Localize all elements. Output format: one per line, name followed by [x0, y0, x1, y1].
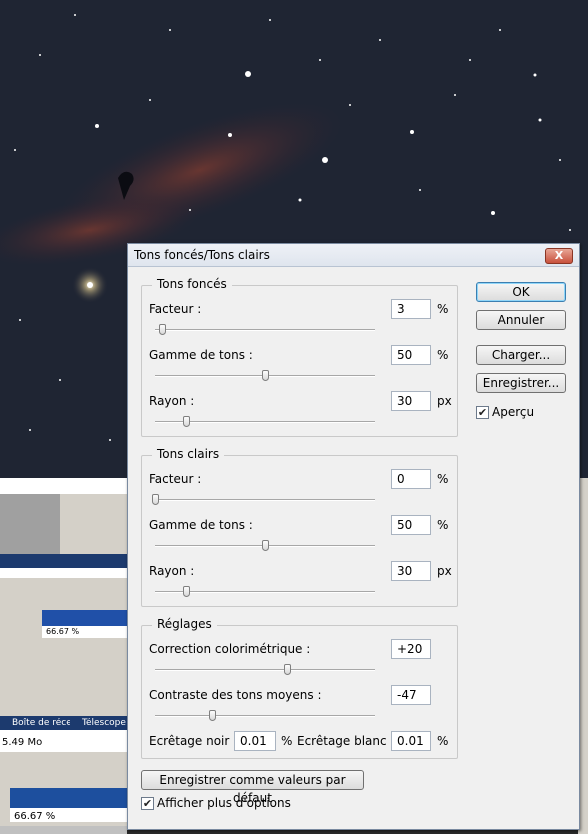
ok-button[interactable]: OK	[476, 282, 566, 302]
highlights-radius-label: Rayon :	[149, 564, 195, 578]
white-clip-field[interactable]: 0.01	[391, 731, 431, 751]
close-button[interactable]: X	[545, 248, 573, 264]
color-correction-label: Correction colorimétrique :	[149, 642, 311, 656]
highlights-tonal-slider[interactable]	[262, 540, 269, 551]
status-size: 5.49 Mo	[2, 737, 43, 748]
highlights-amount-label: Facteur :	[149, 472, 202, 486]
midtone-contrast-slider[interactable]	[209, 710, 217, 721]
shadows-amount-slider[interactable]	[158, 324, 166, 335]
zoom-readout: 66.67 %	[14, 811, 56, 822]
dialog-title: Tons foncés/Tons clairs	[134, 248, 270, 262]
title-bar[interactable]: Tons foncés/Tons clairs X	[128, 244, 579, 267]
percent-unit: %	[437, 472, 449, 486]
shadows-radius-slider[interactable]	[182, 416, 190, 427]
zoom-readout: 66.67 %	[46, 627, 80, 636]
color-correction-field[interactable]: +20	[391, 639, 431, 659]
shadows-legend: Tons foncés	[152, 277, 232, 291]
percent-unit: %	[437, 734, 449, 748]
taskbar-tab: Télescope	[82, 718, 126, 728]
shadows-amount-field[interactable]: 3	[391, 299, 431, 319]
highlights-tonal-field[interactable]: 50	[391, 515, 431, 535]
midtone-contrast-track	[155, 715, 375, 717]
save-button[interactable]: Enregistrer...	[476, 373, 566, 393]
percent-unit: %	[437, 348, 449, 362]
black-clip-label: Ecrêtage noir :	[149, 734, 238, 748]
midtone-contrast-field[interactable]: -47	[391, 685, 431, 705]
more-options-label: Afficher plus d'options	[157, 796, 291, 810]
preview-checkbox[interactable]: ✔	[476, 406, 489, 419]
cancel-button[interactable]: Annuler	[476, 310, 566, 330]
save-defaults-button[interactable]: Enregistrer comme valeurs par défaut	[141, 770, 364, 805]
shadows-tonal-field[interactable]: 50	[391, 345, 431, 365]
shadows-highlights-dialog: Tons foncés/Tons clairs X Tons foncés Fa…	[127, 243, 580, 830]
highlights-tonal-label: Gamme de tons :	[149, 518, 253, 532]
px-unit: px	[437, 564, 452, 578]
highlights-radius-field[interactable]: 30	[391, 561, 431, 581]
shadows-amount-track	[155, 329, 375, 331]
shadows-amount-label: Facteur :	[149, 302, 202, 316]
highlights-radius-slider[interactable]	[182, 586, 190, 597]
highlights-legend: Tons clairs	[152, 447, 225, 461]
highlights-amount-track	[155, 499, 375, 501]
shadows-radius-label: Rayon :	[149, 394, 195, 408]
color-correction-track	[155, 669, 375, 671]
shadows-tonal-slider[interactable]	[262, 370, 269, 381]
shadows-radius-field[interactable]: 30	[391, 391, 431, 411]
adjustments-legend: Réglages	[152, 617, 217, 631]
black-clip-field[interactable]: 0.01	[234, 731, 276, 751]
percent-unit: %	[281, 734, 293, 748]
highlights-amount-slider[interactable]	[152, 494, 159, 505]
more-options-checkbox[interactable]: ✔	[141, 797, 154, 810]
percent-unit: %	[437, 518, 449, 532]
load-button[interactable]: Charger...	[476, 345, 566, 365]
color-correction-slider[interactable]	[284, 664, 291, 675]
shadows-tonal-label: Gamme de tons :	[149, 348, 253, 362]
preview-label: Aperçu	[492, 405, 535, 419]
taskbar-tab: Boîte de réce...	[12, 718, 70, 728]
px-unit: px	[437, 394, 452, 408]
white-clip-label: Ecrêtage blanc :	[297, 734, 395, 748]
highlights-amount-field[interactable]: 0	[391, 469, 431, 489]
midtone-contrast-label: Contraste des tons moyens :	[149, 688, 322, 702]
percent-unit: %	[437, 302, 449, 316]
